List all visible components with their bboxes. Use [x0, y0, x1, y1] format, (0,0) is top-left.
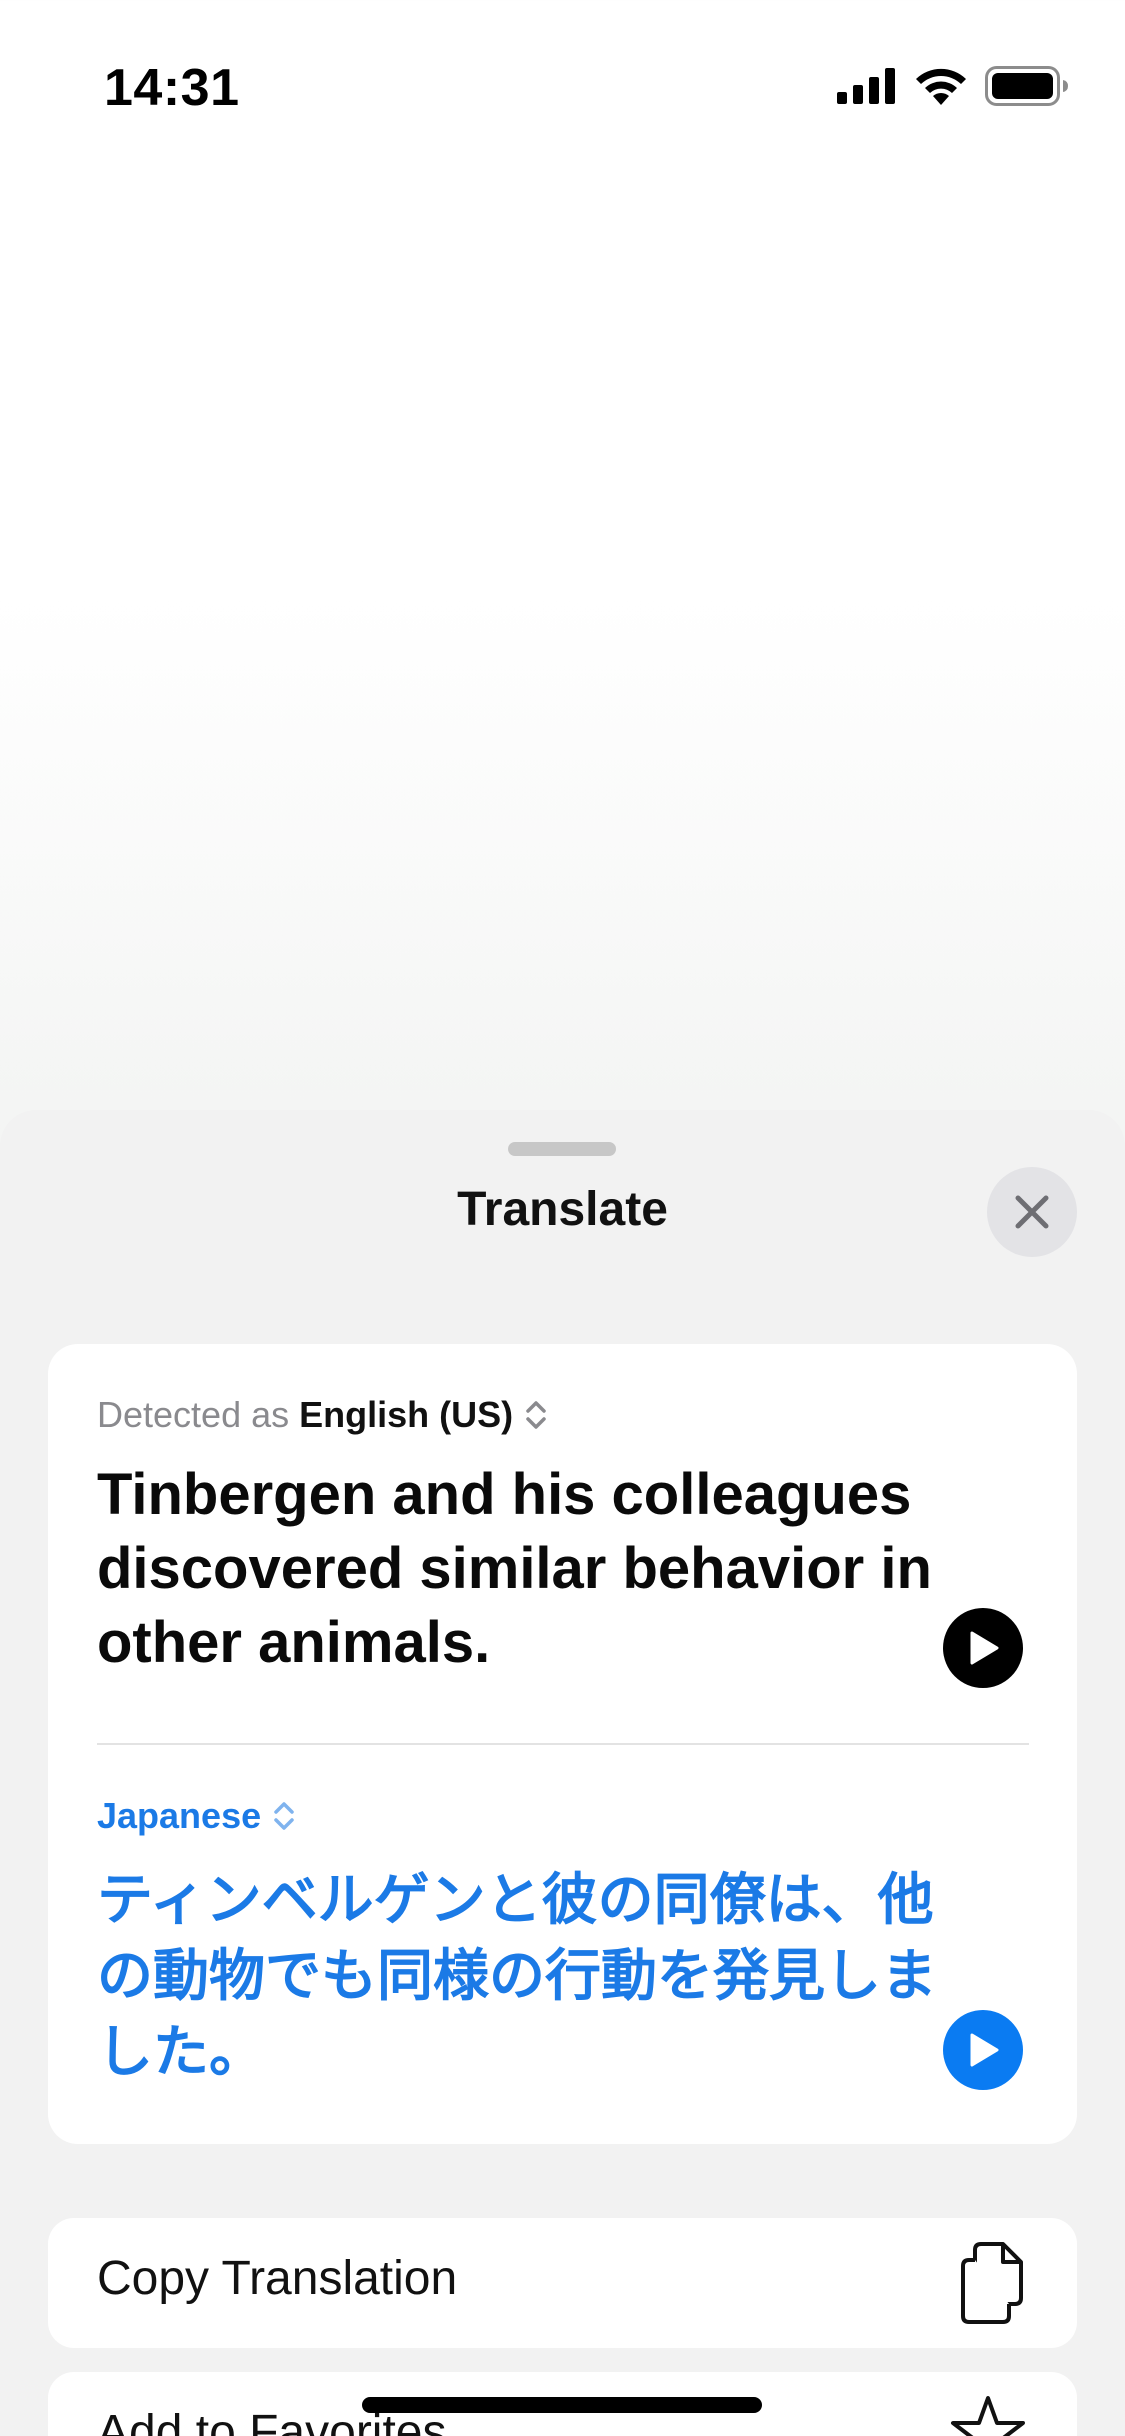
copy-icon [961, 2242, 1023, 2324]
detected-prefix: Detected as [97, 1394, 290, 1435]
play-icon [970, 1631, 999, 1665]
close-icon [1015, 1195, 1049, 1229]
target-text: ティンベルゲンと彼の同僚は、他の動物でも同様の行動を発見しました。 [97, 1868, 937, 2083]
play-icon [970, 2033, 999, 2067]
battery-icon [985, 66, 1068, 106]
status-time: 14:31 [104, 59, 240, 117]
target-language-selector[interactable]: Japanese [97, 1795, 295, 1837]
source-text: Tinbergen and his colleagues discovered … [97, 1462, 932, 1675]
play-source-button[interactable] [943, 1608, 1023, 1688]
wifi-icon [916, 68, 966, 105]
source-language-selector[interactable]: Detected as English (US) [97, 1394, 547, 1436]
sheet-title: Translate [457, 1183, 668, 1236]
chevron-up-down-icon [526, 1401, 546, 1429]
play-target-button[interactable] [943, 2010, 1023, 2090]
home-indicator [362, 2397, 762, 2413]
source-language: English (US) [299, 1394, 514, 1435]
target-language: Japanese [97, 1795, 262, 1836]
cellular-signal-icon [837, 68, 895, 104]
sheet-grabber[interactable] [508, 1142, 616, 1156]
close-button[interactable] [987, 1167, 1077, 1257]
status-bar: 14:31 [0, 0, 1125, 160]
star-icon [951, 2396, 1025, 2436]
status-icons [837, 66, 1069, 106]
action-label: Copy Translation [97, 2252, 458, 2305]
chevron-up-down-icon [274, 1802, 294, 1830]
divider [97, 1743, 1029, 1745]
copy-translation-button[interactable]: Copy Translation [48, 2218, 1077, 2348]
